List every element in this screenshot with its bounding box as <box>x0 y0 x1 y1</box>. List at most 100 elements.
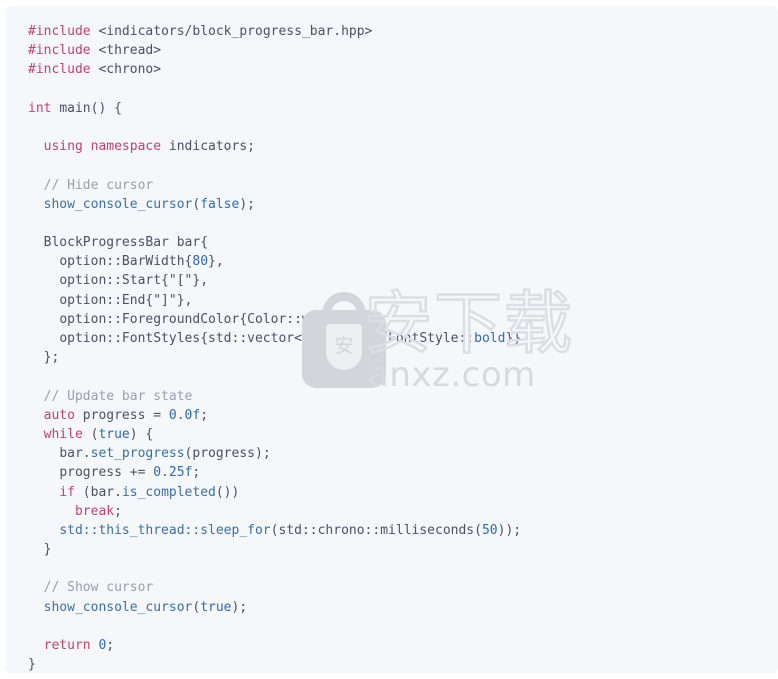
code-line: option::FontStyles{std::vector<FontStyle… <box>28 329 521 348</box>
code-line: std::this_thread::sleep_for (std::chrono:… <box>28 521 521 540</box>
token-comment: // Show cursor <box>43 580 154 596</box>
token-identifier: progress += <box>59 465 154 481</box>
token-punctuation: } <box>28 657 36 673</box>
token-comment: // Hide cursor <box>43 177 154 193</box>
token-function: set_progress <box>90 446 185 462</box>
token-enum-value: bold <box>474 331 506 346</box>
code-line: #include <chrono> <box>28 60 521 79</box>
token-function: show_console_cursor <box>43 196 193 212</box>
token-identifier: indicators; <box>161 139 255 155</box>
token-punctuation: ) { <box>129 426 154 442</box>
token-type: BlockProgressBar bar{ <box>43 235 209 251</box>
token-function: std::this_thread::sleep_for <box>59 522 271 538</box>
token-keyword: while <box>43 426 83 442</box>
token-header-name: <chrono> <box>98 62 162 78</box>
token-punctuation: ()) <box>215 484 240 500</box>
token-keyword: return <box>43 638 91 653</box>
code-line: BlockProgressBar bar{ <box>28 233 521 252</box>
code-line: } <box>28 540 521 559</box>
token-keyword: using namespace <box>43 139 162 155</box>
token-identifier: bar. <box>90 484 122 500</box>
code-line: break; <box>28 502 521 521</box>
code-line: show_console_cursor(true); <box>28 598 521 617</box>
token-function: show_console_cursor <box>43 599 193 615</box>
token-punctuation: )); <box>497 522 522 538</box>
code-line: }; <box>28 348 521 367</box>
token-identifier: progress = <box>74 407 169 423</box>
token-header-name: <indicators/block_progress_bar.hpp> <box>98 24 373 39</box>
token-number: 80 <box>192 254 209 270</box>
token-keyword: auto <box>43 407 75 423</box>
token-preprocessor: #include <box>28 43 91 59</box>
token-keyword: if <box>59 484 75 500</box>
code-line: return 0; <box>28 636 521 655</box>
token-punctuation: ); <box>255 446 271 462</box>
token-punctuation: }} <box>505 331 522 346</box>
token-identifier: option::End{ <box>59 292 154 308</box>
code-line: // Update bar state <box>28 387 521 406</box>
token-keyword: break <box>74 503 115 519</box>
token-number: 50 <box>481 522 498 538</box>
token-identifier: main() { <box>59 100 122 116</box>
code-line: option::BarWidth{80}, <box>28 252 521 271</box>
token-punctuation: ); <box>231 599 248 615</box>
code-line: auto progress = 0.0f; <box>28 406 521 425</box>
token-header-name: <thread> <box>98 43 162 59</box>
token-punctuation: }, <box>208 254 224 270</box>
token-punctuation: ; <box>106 638 115 653</box>
token-keyword: int <box>28 100 52 116</box>
token-punctuation: }, <box>192 273 209 289</box>
token-punctuation: ( <box>74 484 91 500</box>
code-line: bar.set_progress(progress); <box>28 444 521 463</box>
token-identifier: option::Start{ <box>59 273 169 289</box>
code-line: option::Start{"["}, <box>28 271 521 290</box>
code-line: #include <indicators/block_progress_bar.… <box>28 22 521 41</box>
code-line: progress += 0.25f; <box>28 463 521 482</box>
token-punctuation: ; <box>200 407 209 423</box>
code-line: #include <thread> <box>28 41 521 60</box>
token-identifier: option::BarWidth{ <box>59 254 193 270</box>
token-identifier: bar. <box>59 446 91 462</box>
code-listing: #include <indicators/block_progress_bar.… <box>6 6 521 673</box>
token-comment: // Update bar state <box>43 388 193 404</box>
code-line: while (true) { <box>28 425 521 444</box>
token-punctuation: } <box>43 542 52 558</box>
token-boolean: true <box>200 599 232 615</box>
code-line: // Hide cursor <box>28 176 521 195</box>
code-snippet-card: #include <indicators/block_progress_bar.… <box>6 6 778 673</box>
token-preprocessor: #include <box>28 24 91 39</box>
code-line: show_console_cursor(false); <box>28 195 521 214</box>
token-identifier: option::FontStyles{std::vector<FontStyle… <box>59 331 475 346</box>
token-string: "[" <box>168 273 193 289</box>
token-number: 0.25f <box>153 465 193 481</box>
code-line: int main() { <box>28 99 521 118</box>
token-punctuation: ( <box>82 426 99 442</box>
token-preprocessor: #include <box>28 62 91 78</box>
token-function: is_completed <box>121 484 216 500</box>
code-line: // Show cursor <box>28 578 521 597</box>
token-identifier: progress <box>192 446 255 462</box>
